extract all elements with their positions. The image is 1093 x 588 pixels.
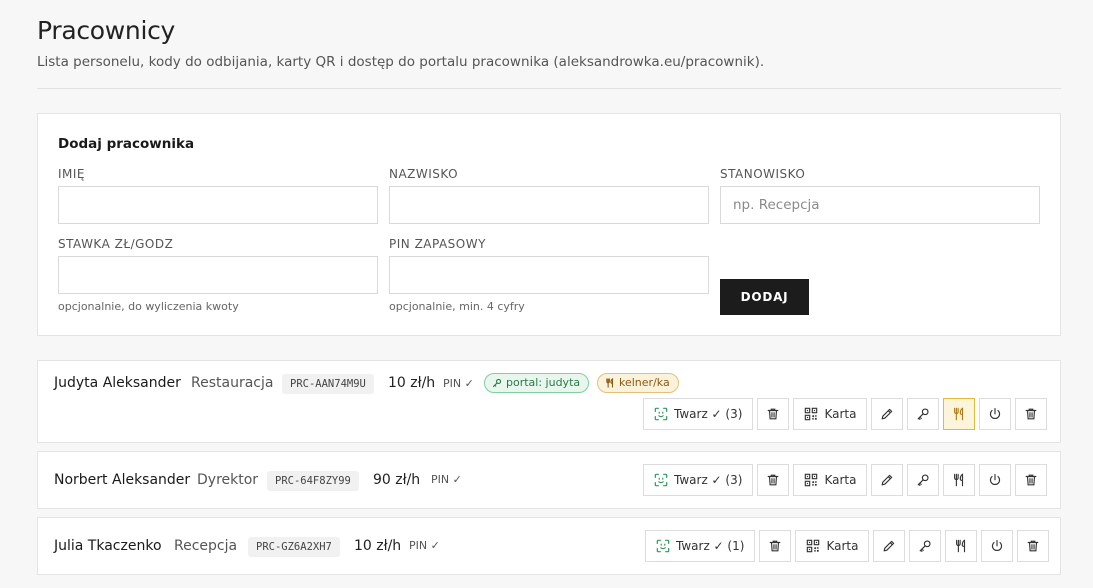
portal-access-button[interactable]	[909, 530, 942, 562]
position-label: STANOWISKO	[720, 167, 806, 181]
face-enroll-button[interactable]: Twarz ✓ (3)	[643, 398, 754, 430]
trash-icon	[1024, 407, 1038, 421]
employee-role: Dyrektor	[197, 472, 259, 488]
pencil-icon	[880, 407, 894, 421]
qr-card-label: Karta	[824, 473, 857, 487]
pencil-icon	[880, 473, 894, 487]
delete-employee-button[interactable]	[1015, 464, 1048, 496]
delete-face-button[interactable]	[757, 398, 790, 430]
employee-row: Norbert Aleksander Dyrektor PRC-64F8ZY99…	[37, 451, 1061, 509]
employee-name: Julia Tkaczenko	[54, 538, 162, 554]
header-divider	[37, 88, 1061, 89]
employee-row: Judyta Aleksander Restauracja PRC-AAN74M…	[37, 360, 1061, 443]
rate-label: STAWKA ZŁ/GODZ	[58, 237, 174, 251]
employee-rate: 10 zł/h	[388, 375, 436, 391]
employee-row: Julia Tkaczenko Recepcja PRC-GZ6A2XH7 10…	[37, 517, 1061, 575]
employee-pin-status: PIN ✓	[431, 473, 462, 486]
waiter-toggle-button[interactable]	[945, 530, 978, 562]
rate-input[interactable]	[58, 256, 378, 294]
last-name-input[interactable]	[389, 186, 709, 224]
first-name-label: IMIĘ	[58, 167, 86, 181]
fork-knife-icon	[952, 407, 966, 421]
employee-actions: Twarz ✓ (1) Karta	[645, 530, 1050, 562]
employee-actions: Twarz ✓ (3) Karta	[643, 464, 1048, 496]
waiter-badge-label: kelner/ka	[619, 376, 670, 389]
face-enroll-label: Twarz ✓ (3)	[674, 473, 743, 487]
employee-name: Norbert Aleksander	[54, 472, 191, 488]
qr-card-button[interactable]: Karta	[793, 398, 868, 430]
key-icon	[916, 407, 930, 421]
face-scan-icon	[656, 539, 670, 553]
trash-icon	[1026, 539, 1040, 553]
delete-face-button[interactable]	[757, 464, 790, 496]
position-input[interactable]	[720, 186, 1040, 224]
power-icon	[988, 473, 1002, 487]
face-scan-icon	[654, 407, 668, 421]
portal-badge-label: portal: judyta	[506, 376, 581, 389]
power-icon	[988, 407, 1002, 421]
edit-button[interactable]	[873, 530, 906, 562]
page-subtitle: Lista personelu, kody do odbijania, kart…	[37, 54, 765, 70]
employee-actions: Twarz ✓ (3) Karta	[643, 398, 1048, 430]
edit-button[interactable]	[871, 398, 904, 430]
key-icon	[916, 473, 930, 487]
employee-rate: 10 zł/h	[354, 538, 402, 554]
add-employee-button[interactable]: DODAJ	[720, 279, 809, 315]
last-name-label: NAZWISKO	[389, 167, 459, 181]
face-enroll-label: Twarz ✓ (3)	[674, 407, 743, 421]
employee-code: PRC-64F8ZY99	[267, 471, 359, 491]
qr-code-icon	[804, 407, 818, 421]
trash-icon	[1024, 473, 1038, 487]
employee-pin-status: PIN ✓	[409, 539, 440, 552]
waiter-badge: kelner/ka	[597, 373, 679, 393]
form-title: Dodaj pracownika	[58, 136, 195, 152]
waiter-toggle-button[interactable]	[943, 464, 976, 496]
edit-button[interactable]	[871, 464, 904, 496]
waiter-toggle-button[interactable]	[943, 398, 976, 430]
employee-rate: 90 zł/h	[373, 472, 421, 488]
pencil-icon	[882, 539, 896, 553]
pin-hint: opcjonalnie, min. 4 cyfry	[389, 300, 525, 313]
delete-employee-button[interactable]	[1017, 530, 1050, 562]
trash-icon	[768, 539, 782, 553]
key-icon	[492, 378, 502, 388]
page-title: Pracownicy	[37, 16, 176, 45]
rate-hint: opcjonalnie, do wyliczenia kwoty	[58, 300, 239, 313]
employee-pin-status: PIN ✓	[443, 377, 474, 390]
portal-access-button[interactable]	[907, 464, 940, 496]
power-icon	[990, 539, 1004, 553]
employee-role: Restauracja	[191, 375, 274, 391]
delete-employee-button[interactable]	[1015, 398, 1048, 430]
qr-code-icon	[806, 539, 820, 553]
face-enroll-label: Twarz ✓ (1)	[676, 539, 745, 553]
delete-face-button[interactable]	[759, 530, 792, 562]
employee-name: Judyta Aleksander	[54, 375, 181, 391]
qr-card-label: Karta	[826, 539, 859, 553]
fork-knife-icon	[954, 539, 968, 553]
deactivate-button[interactable]	[979, 464, 1012, 496]
fork-knife-icon	[952, 473, 966, 487]
first-name-input[interactable]	[58, 186, 378, 224]
deactivate-button[interactable]	[979, 398, 1012, 430]
trash-icon	[766, 407, 780, 421]
portal-badge: portal: judyta	[484, 373, 590, 393]
deactivate-button[interactable]	[981, 530, 1014, 562]
face-enroll-button[interactable]: Twarz ✓ (3)	[643, 464, 754, 496]
qr-code-icon	[804, 473, 818, 487]
qr-card-button[interactable]: Karta	[793, 464, 868, 496]
face-enroll-button[interactable]: Twarz ✓ (1)	[645, 530, 756, 562]
qr-card-label: Karta	[824, 407, 857, 421]
employee-role: Recepcja	[174, 538, 238, 554]
face-scan-icon	[654, 473, 668, 487]
employee-code: PRC-AAN74M9U	[282, 374, 374, 394]
employee-code: PRC-GZ6A2XH7	[248, 537, 340, 557]
pin-label: PIN ZAPASOWY	[389, 237, 486, 251]
trash-icon	[766, 473, 780, 487]
fork-knife-icon	[605, 378, 615, 388]
pin-input[interactable]	[389, 256, 709, 294]
portal-access-button[interactable]	[907, 398, 940, 430]
add-employee-form: Dodaj pracownika IMIĘ NAZWISKO STANOWISK…	[37, 113, 1061, 336]
key-icon	[918, 539, 932, 553]
qr-card-button[interactable]: Karta	[795, 530, 870, 562]
